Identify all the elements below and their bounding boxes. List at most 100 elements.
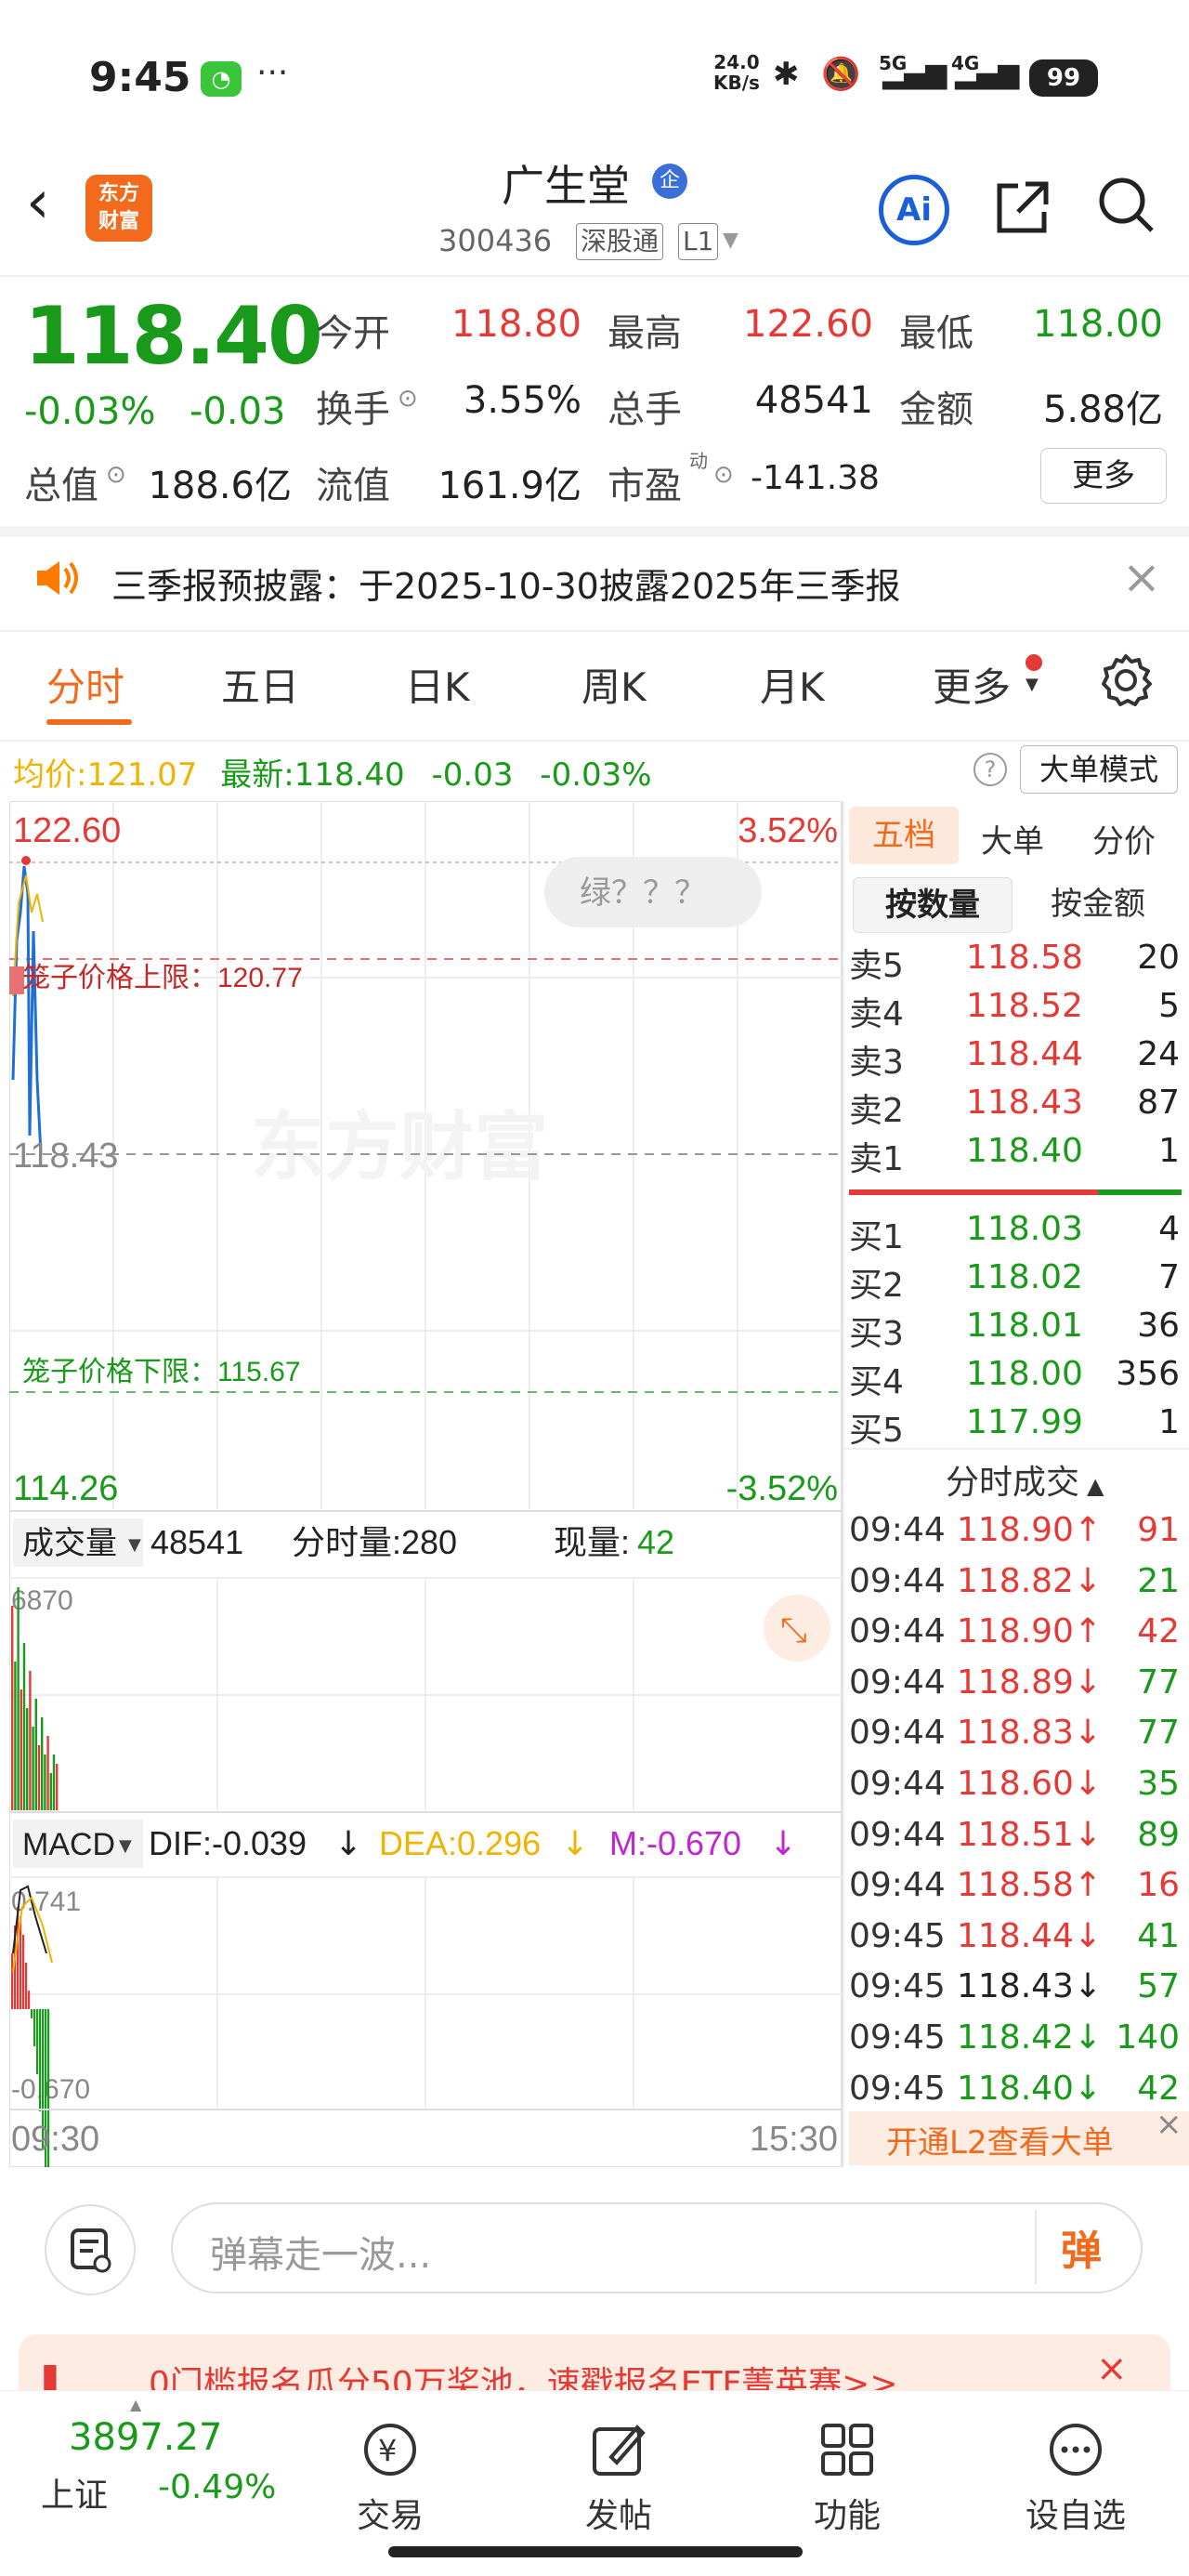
volume-bar	[22, 1643, 26, 1810]
help-icon[interactable]: ?	[973, 753, 1007, 786]
net-speed: 24.0 KB/s	[713, 51, 760, 94]
high-label: 最高	[608, 312, 682, 355]
pe-dynamic-mark: 动	[689, 450, 708, 472]
close-icon[interactable]: ×	[1156, 2106, 1182, 2143]
by-amount-button[interactable]: 按金额	[1018, 877, 1178, 933]
tick-time: 09:44	[849, 1866, 946, 1905]
volume-value: 48541	[754, 379, 873, 422]
tab-daily-k[interactable]: 日K	[405, 656, 470, 713]
tab-big-order[interactable]: 大单	[981, 816, 1044, 861]
danmaku-settings-button[interactable]	[45, 2204, 136, 2295]
search-icon[interactable]	[1096, 175, 1156, 234]
functions-icon[interactable]	[817, 2420, 877, 2479]
ai-assistant-button[interactable]: Ai	[879, 175, 949, 245]
volume-label[interactable]: 成交量	[22, 1526, 117, 1561]
info-icon[interactable]: ⊙	[106, 461, 126, 489]
tab-more[interactable]: 更多	[933, 656, 1011, 713]
chart-top-pct: 3.52%	[738, 811, 838, 850]
nav-post[interactable]: 发帖	[544, 2489, 693, 2537]
close-icon[interactable]: ×	[1096, 2347, 1128, 2390]
nav-functions[interactable]: 功能	[773, 2489, 921, 2537]
caret-up-icon[interactable]: ▲	[1087, 1473, 1104, 1499]
ask-level-price[interactable]: 118.43	[966, 1084, 1083, 1122]
trade-icon[interactable]: ¥	[360, 2420, 420, 2479]
gear-icon[interactable]	[1096, 651, 1156, 710]
caret-up-icon[interactable]: ▲	[130, 2396, 141, 2413]
tag-l1[interactable]: L1	[678, 223, 719, 260]
chevron-down-icon[interactable]: ▼	[723, 229, 738, 252]
bid-level-price[interactable]: 118.03	[966, 1210, 1083, 1248]
ticks-title[interactable]: 分时成交 ▲	[946, 1455, 1104, 1504]
macd-bar	[36, 2009, 39, 2074]
notice-text[interactable]: 三季报预披露：于2025-10-30披露2025年三季报	[111, 558, 901, 609]
stock-code: 300436	[438, 223, 553, 258]
bid-level-label: 买5	[849, 1412, 904, 1450]
index-name[interactable]: 上证	[41, 2468, 108, 2517]
divider	[0, 275, 1189, 277]
high-value: 122.60	[743, 303, 873, 346]
chevron-down-icon[interactable]: ▼	[1026, 675, 1039, 694]
app-logo: 东方 财富	[85, 175, 152, 242]
bid-level-price[interactable]: 118.01	[966, 1307, 1083, 1345]
tick-volume: 42	[1137, 1612, 1180, 1651]
time-start: 09:30	[11, 2120, 99, 2159]
tab-monthly-k[interactable]: 月K	[760, 656, 825, 713]
close-icon[interactable]: ×	[1122, 550, 1161, 604]
index-pct[interactable]: -0.49%	[158, 2468, 276, 2506]
bid-level-volume: 7	[1158, 1258, 1180, 1296]
danmaku-text: 绿？？？	[580, 875, 706, 911]
ask-level-price[interactable]: 118.58	[966, 939, 1083, 977]
home-indicator[interactable]	[388, 2546, 803, 2557]
volume-bar	[41, 1717, 44, 1810]
macd-label[interactable]: MACD	[22, 1827, 115, 1862]
intraday-chart[interactable]: 东方财富 122.60 3.52% 笼子价格上限：120.77 118.43 笼…	[9, 801, 842, 2167]
tab-underline	[46, 719, 132, 725]
bid-level-price[interactable]: 118.02	[966, 1258, 1083, 1296]
divider	[0, 630, 1189, 632]
open-label: 今开	[316, 312, 390, 355]
tab-intraday[interactable]: 分时	[46, 656, 124, 713]
bid-level-volume: 4	[1158, 1210, 1180, 1248]
tab-five-level[interactable]: 五档	[849, 807, 959, 864]
volume-bar	[37, 1745, 41, 1810]
low-value: 118.00	[1033, 303, 1163, 346]
chevron-down-icon[interactable]: ▼	[128, 1535, 141, 1555]
upper-limit-label: 笼子价格上限：120.77	[22, 963, 303, 993]
tab-weekly-k[interactable]: 周K	[581, 656, 647, 713]
share-icon[interactable]	[992, 177, 1053, 252]
more-quote-button[interactable]: 更多	[1040, 448, 1167, 504]
by-quantity-button[interactable]: 按数量	[853, 877, 1013, 933]
info-icon[interactable]: ⊙	[713, 461, 734, 489]
more-circle-icon[interactable]	[1046, 2420, 1105, 2479]
ask-level-price[interactable]: 118.44	[966, 1035, 1083, 1073]
bid-level-price[interactable]: 118.00	[966, 1355, 1083, 1393]
info-icon[interactable]: ⊙	[398, 385, 418, 413]
l2-banner-text[interactable]: 开通L2查看大单	[886, 2117, 1114, 2162]
ask-level-label: 卖2	[849, 1092, 904, 1130]
megaphone-icon: ▮	[41, 2357, 59, 2395]
ask-level-volume: 87	[1137, 1084, 1180, 1122]
turnover-label: 换手	[316, 388, 390, 431]
back-icon[interactable]: ‹	[26, 173, 50, 232]
bid-level-volume: 36	[1137, 1307, 1180, 1345]
ask-level-price[interactable]: 118.40	[966, 1132, 1083, 1170]
bluetooth-icon: ✱	[773, 56, 800, 93]
tick-volume: 140	[1116, 2018, 1180, 2057]
index-value[interactable]: 3897.27	[69, 2416, 222, 2459]
nav-trade[interactable]: 交易	[316, 2489, 464, 2537]
expand-icon[interactable]: ⤡	[780, 1611, 807, 1649]
post-icon[interactable]	[589, 2420, 648, 2479]
low-label: 最低	[899, 312, 973, 355]
danmaku-placeholder[interactable]: 弹幕走一波...	[210, 2225, 431, 2279]
tab-five-day[interactable]: 五日	[221, 656, 299, 713]
nav-add-watchlist[interactable]: 设自选	[1001, 2489, 1150, 2537]
bid-level-price[interactable]: 117.99	[966, 1403, 1083, 1441]
macd-bottom: -0.670	[11, 2074, 90, 2105]
watermark: 东方财富	[251, 1106, 548, 1189]
tab-price-dist[interactable]: 分价	[1092, 816, 1156, 861]
chevron-down-icon[interactable]: ▼	[119, 1836, 132, 1856]
big-order-mode-button[interactable]: 大单模式	[1020, 745, 1178, 794]
volume-bar	[14, 1662, 17, 1810]
ask-level-price[interactable]: 118.52	[966, 987, 1083, 1025]
danmaku-send-button[interactable]: 弹	[1061, 2217, 1102, 2277]
